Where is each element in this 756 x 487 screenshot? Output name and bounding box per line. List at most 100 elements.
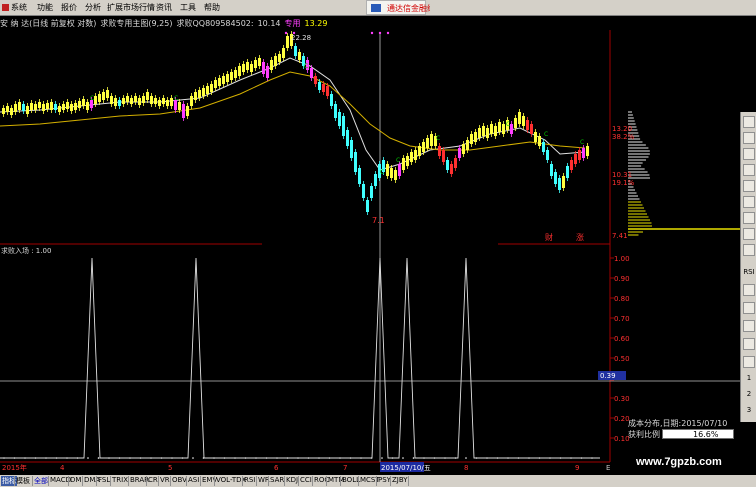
candle-body	[498, 122, 501, 132]
candle-body	[158, 100, 161, 106]
toolbar-button[interactable]	[743, 228, 755, 240]
pct-label-mid: 19.1%	[612, 179, 635, 187]
candle-body	[342, 116, 345, 136]
candle-body	[338, 112, 341, 126]
price-label-high: 13.20	[612, 125, 632, 133]
candle-body	[478, 128, 481, 138]
time-label-sep: 9	[575, 464, 579, 472]
cost-title-label: 成本分布,日期:	[628, 419, 682, 428]
finance-tag[interactable]: 财	[545, 232, 553, 242]
time-label-aug: 8	[464, 464, 468, 472]
candle-body	[270, 60, 273, 70]
tab-模板[interactable]: 模板	[15, 476, 31, 486]
candle-body	[70, 104, 73, 111]
toolbar-button[interactable]	[743, 338, 755, 350]
tab-separator	[408, 476, 409, 486]
candle-body	[454, 158, 457, 168]
candle-body	[238, 66, 241, 76]
candle-body	[542, 142, 545, 152]
candle-body	[386, 164, 389, 176]
tab-zjby[interactable]: ZJBY	[391, 476, 409, 486]
toolbar-button[interactable]	[743, 320, 755, 332]
baseline-dot	[465, 457, 467, 459]
limit-up-tag[interactable]: 涨	[576, 232, 584, 242]
candle-body	[6, 106, 9, 112]
toolbar-rsi[interactable]: RSI	[742, 268, 756, 276]
toolbar-button[interactable]	[743, 212, 755, 224]
candle-body	[122, 98, 125, 104]
candle-body	[534, 132, 537, 142]
candle-body	[138, 98, 141, 105]
candle-body	[314, 76, 317, 84]
signal-marker: C	[506, 121, 510, 128]
candle-body	[370, 186, 373, 198]
tab-全部[interactable]: 全部	[33, 476, 49, 486]
candle-body	[198, 90, 201, 98]
chart-canvas[interactable]: C CCCCCCCC 22.28 7.1 财 涨 13.20 38.2% 10.3…	[0, 0, 756, 487]
baseline-dot	[381, 457, 383, 459]
candle-body	[166, 100, 169, 106]
signal-marker: C	[580, 139, 584, 146]
candle-body	[202, 88, 205, 96]
candle-body	[470, 134, 473, 144]
tab-asi[interactable]: ASI	[187, 476, 200, 486]
candle-body	[574, 154, 577, 164]
toolbar-button[interactable]	[743, 116, 755, 128]
candle-body	[162, 98, 165, 104]
tab-sar[interactable]: SAR	[269, 476, 285, 486]
profit-ratio-box: 16.6%	[662, 429, 734, 439]
candle-body	[490, 124, 493, 134]
candle-body	[74, 103, 77, 110]
toolbar-button[interactable]	[743, 302, 755, 314]
toolbar-button[interactable]	[743, 284, 755, 296]
candle-body	[126, 96, 129, 102]
toolbar-button[interactable]	[743, 196, 755, 208]
candle-body	[22, 104, 25, 111]
candlestick-series: C C C C C C C C C	[2, 31, 589, 215]
toolbar-button[interactable]	[743, 132, 755, 144]
candle-body	[326, 86, 329, 96]
toolbar-3[interactable]: 3	[742, 406, 756, 414]
candle-body	[366, 200, 369, 212]
right-toolbar: RSI 1 2 3	[740, 112, 756, 422]
candle-body	[66, 102, 69, 109]
tab-cr[interactable]: CR	[147, 476, 159, 486]
candle-body	[98, 94, 101, 102]
candle-body	[486, 128, 489, 138]
indicator-line	[0, 257, 600, 459]
tab-cci[interactable]: CCI	[299, 476, 313, 486]
candle-body	[494, 126, 497, 136]
toolbar-1[interactable]: 1	[742, 374, 756, 382]
candle-body	[526, 120, 529, 130]
candle-body	[26, 106, 29, 114]
toolbar-button[interactable]	[743, 356, 755, 368]
candle-body	[82, 99, 85, 106]
tab-rsi[interactable]: RSI	[243, 476, 256, 486]
toolbar-button[interactable]	[743, 244, 755, 256]
toolbar-2[interactable]: 2	[742, 390, 756, 398]
signal-marker: C	[90, 95, 94, 102]
candle-body	[58, 106, 61, 112]
candle-body	[358, 168, 361, 184]
candle-body	[502, 124, 505, 134]
candle-body	[274, 56, 277, 66]
tab-trix[interactable]: TRIX	[111, 476, 129, 486]
candle-body	[214, 80, 217, 88]
baseline-dot	[192, 457, 194, 459]
cost-distribution-panel: 成本分布,日期:2015/07/10 获利比例 16.6%	[628, 418, 740, 440]
tab-vr[interactable]: VR	[159, 476, 171, 486]
candle-body	[114, 98, 117, 106]
candle-body	[570, 160, 573, 170]
tab-kdj[interactable]: KDJ	[285, 476, 299, 486]
candle-body	[346, 130, 349, 146]
candle-body	[282, 48, 285, 58]
toolbar-button[interactable]	[743, 164, 755, 176]
candle-body	[210, 84, 213, 92]
toolbar-button[interactable]	[743, 180, 755, 192]
toolbar-button[interactable]	[743, 148, 755, 160]
profit-ratio-label: 获利比例	[628, 430, 660, 439]
candle-body	[230, 72, 233, 80]
candle-body	[38, 102, 41, 108]
candle-body	[18, 102, 21, 110]
candle-body	[34, 104, 37, 110]
